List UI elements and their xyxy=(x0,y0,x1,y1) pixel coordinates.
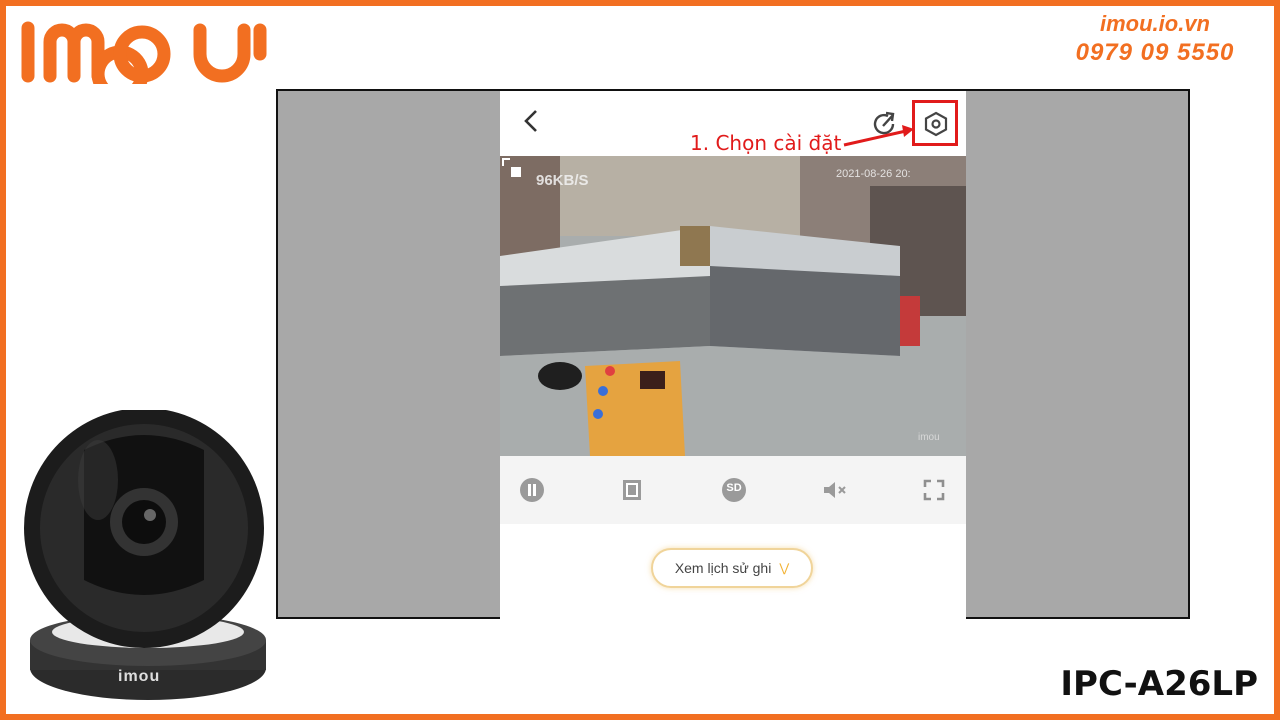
live-video-feed[interactable]: 96KB/S 2021-08-26 20: imou xyxy=(500,156,966,456)
ptz-expand-icon[interactable] xyxy=(500,156,524,180)
camera-product-image xyxy=(24,410,266,700)
store-scene-image xyxy=(500,156,966,456)
split-screen-icon[interactable] xyxy=(618,476,646,504)
model-name: IPC-A26LP xyxy=(1060,664,1258,704)
view-history-button[interactable]: Xem lịch sử ghi ⋁ xyxy=(651,548,813,588)
mute-icon[interactable] xyxy=(820,476,848,504)
pause-icon[interactable] xyxy=(518,476,546,504)
camera-base-logo: imou xyxy=(118,668,161,685)
app-top-bar: 1. Chọn cài đặt xyxy=(500,91,966,155)
view-history-label: Xem lịch sử ghi xyxy=(674,560,772,576)
sd-quality-button[interactable]: SD xyxy=(720,476,748,504)
website-text[interactable]: imou.io.vn xyxy=(1050,10,1260,38)
back-icon[interactable] xyxy=(520,107,544,135)
history-area: Xem lịch sử ghi ⋁ xyxy=(500,524,966,619)
playback-controls: SD xyxy=(500,456,966,524)
bitrate-overlay: 96KB/S xyxy=(536,172,589,189)
timestamp-overlay: 2021-08-26 20: xyxy=(836,168,911,180)
annotation-arrow xyxy=(843,125,914,147)
gear-icon xyxy=(924,111,948,137)
phone-app-view: 1. Chọn cài đặt 96KB/S 2021-08-26 20: im… xyxy=(500,91,966,619)
sd-label: SD xyxy=(726,482,742,494)
chevron-down-icon: ⋁ xyxy=(779,561,790,575)
imou-logo xyxy=(21,21,267,84)
annotation-label: 1. Chọn cài đặt xyxy=(690,131,842,155)
video-watermark: imou xyxy=(918,432,940,443)
fullscreen-icon[interactable] xyxy=(920,476,948,504)
contact-info: imou.io.vn 0979 09 5550 xyxy=(1050,10,1260,68)
app-screenshot: 1. Chọn cài đặt 96KB/S 2021-08-26 20: im… xyxy=(276,89,1190,619)
phone-text: 0979 09 5550 xyxy=(1075,39,1235,66)
